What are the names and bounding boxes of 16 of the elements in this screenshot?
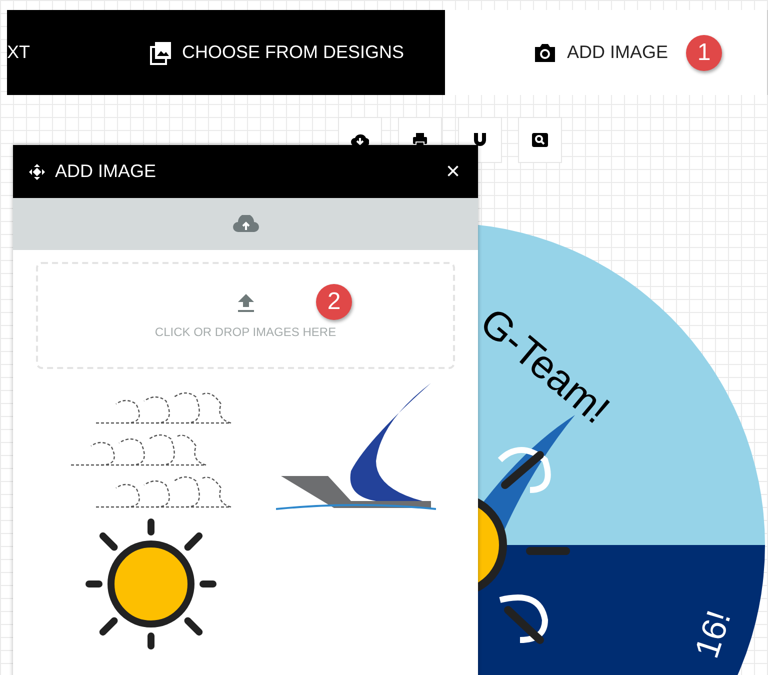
panel-title: ADD IMAGE: [55, 161, 158, 182]
images-icon: [150, 40, 172, 64]
upload-icon: [236, 292, 254, 312]
move-icon[interactable]: [29, 164, 45, 180]
cloud-upload-icon: [232, 215, 260, 233]
dropzone[interactable]: CLICK OR DROP IMAGES HERE 2: [36, 262, 455, 369]
curved-text: 16!: [688, 606, 740, 663]
search-icon[interactable]: [518, 117, 562, 163]
callout-badge: 2: [316, 284, 352, 320]
dropzone-text: CLICK OR DROP IMAGES HERE: [154, 324, 336, 338]
callout-badge: 1: [686, 34, 722, 70]
tab[interactable]: CHOOSE FROM DESIGNS: [150, 40, 404, 64]
camera-icon: [533, 42, 557, 63]
tab[interactable]: ADD IMAGE: [533, 42, 668, 63]
tab[interactable]: XT: [7, 42, 30, 63]
close-button[interactable]: ×: [446, 160, 460, 184]
